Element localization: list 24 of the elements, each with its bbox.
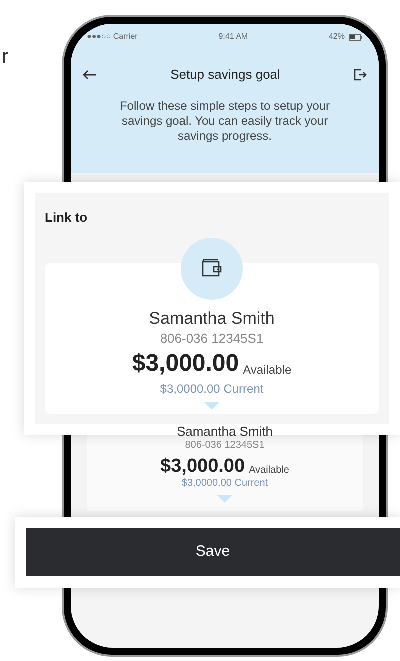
account-name: Samantha Smith — [149, 308, 275, 329]
screen-title: Setup savings goal — [170, 66, 280, 84]
balance-label: Available — [249, 466, 290, 476]
current-balance: $3,0000.00 Current — [182, 477, 268, 491]
link-heading: Link to — [45, 209, 89, 227]
caret-icon — [217, 495, 233, 503]
balance-amount: $3,000.00 — [132, 352, 240, 376]
logout-icon[interactable] — [354, 68, 367, 81]
balance-amount: $3,000.00 — [160, 457, 246, 476]
account-name: Samantha Smith — [176, 425, 274, 438]
back-arrow-icon[interactable] — [83, 70, 97, 80]
save-button[interactable]: Save — [26, 528, 400, 576]
side-text: r — [2, 45, 9, 70]
wallet-icon — [200, 258, 224, 278]
balance-label: Available — [243, 364, 292, 376]
caret-icon — [204, 402, 220, 410]
account-number: 806-036 12345S1 — [185, 439, 265, 453]
carrier-label: ●●●○○ Carrier — [87, 31, 138, 43]
instructions-text: Follow these simple steps to setup your savings goal. You can easily track your savings progress. — [118, 98, 332, 144]
account-number: 806-036 12345S1 — [160, 330, 264, 348]
battery-level: 42% — [328, 31, 345, 43]
status-time: 9:41 AM — [218, 31, 248, 43]
current-balance: $3,0000.00 Current — [160, 381, 264, 398]
battery-icon — [348, 34, 363, 40]
